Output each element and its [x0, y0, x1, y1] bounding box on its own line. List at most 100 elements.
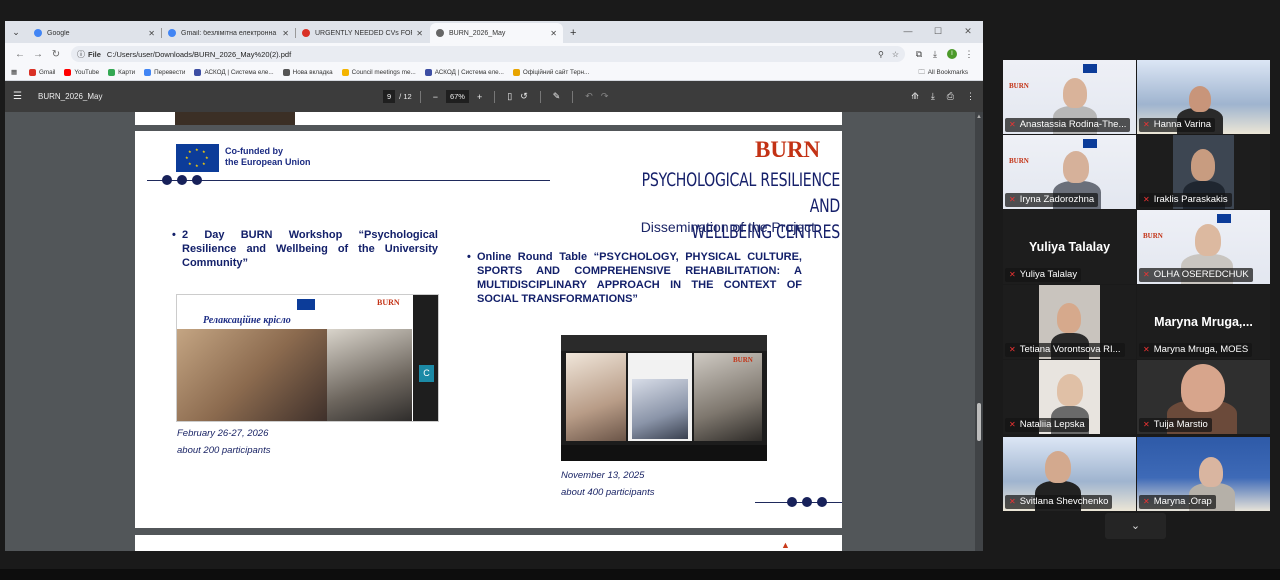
- scrollbar-thumb[interactable]: [977, 403, 981, 441]
- save-pdf-icon[interactable]: ⟰: [911, 91, 919, 102]
- mic-muted-icon: ✕: [1009, 270, 1016, 279]
- participant-tile[interactable]: BURN ✕ OLHA OSEREDCHUK: [1137, 210, 1270, 284]
- reload-icon[interactable]: ↻: [47, 49, 65, 60]
- eu-flag-icon: [1217, 214, 1231, 223]
- participant-tile[interactable]: ✕ Maryna .Orap: [1137, 437, 1270, 511]
- zoom-level-input[interactable]: 67%: [445, 90, 469, 103]
- maximize-icon[interactable]: ☐: [923, 21, 953, 41]
- participant-tile[interactable]: Yuliya Talalay ✕ Yuliya Talalay: [1003, 210, 1136, 284]
- mic-muted-icon: ✕: [1009, 497, 1016, 506]
- bookmark-university[interactable]: Офіційний сайт Терн...: [512, 69, 590, 76]
- info-icon[interactable]: ⓘ: [77, 49, 85, 60]
- bookmark-label: Карти: [118, 69, 136, 76]
- download-icon[interactable]: ⤓: [927, 49, 943, 60]
- hamburger-menu-icon[interactable]: ☰: [13, 91, 31, 102]
- bookmark-translate[interactable]: Перевести: [144, 69, 185, 76]
- bookmark-star-icon[interactable]: ☆: [892, 50, 899, 59]
- gmail-icon: [302, 29, 310, 37]
- google-icon: [168, 29, 176, 37]
- participant-tile[interactable]: ✕ Nataliia Lepska: [1003, 360, 1136, 434]
- tab-gmail[interactable]: Gmail: безлімітна електронна пош... ✕: [162, 23, 296, 43]
- tab-google[interactable]: Google ✕: [28, 23, 162, 43]
- browser-window: ⌄ Google ✕ Gmail: безлімітна електронна …: [5, 21, 983, 551]
- participant-name: ✕ OLHA OSEREDCHUK: [1139, 268, 1253, 282]
- all-bookmarks[interactable]: 🗀 All Bookmarks: [918, 67, 968, 78]
- apps-icon[interactable]: ▦: [11, 69, 17, 76]
- bookmark-council[interactable]: Council meetings me...: [341, 69, 416, 76]
- participant-tile[interactable]: ✕ Iraklis Paraskakis: [1137, 135, 1270, 209]
- bookmark-askod-2[interactable]: АСКОД | Система еле...: [424, 69, 504, 76]
- participant-name: ✕ Iraklis Paraskakis: [1139, 193, 1232, 207]
- participant-tile-active-speaker[interactable]: BURN ✕ Iryna Zadorozhna: [1003, 135, 1136, 209]
- pdf-scrollbar[interactable]: ▲: [975, 112, 983, 551]
- bookmark-new-tab[interactable]: Нова вкладка: [282, 69, 333, 76]
- back-icon[interactable]: ←: [11, 49, 29, 60]
- participant-name: ✕ Maryna Mruga, MOES: [1139, 343, 1253, 357]
- scheme-label: File: [88, 49, 101, 59]
- zoom-icon[interactable]: ⚲: [878, 50, 884, 59]
- bookmark-youtube[interactable]: YouTube: [64, 69, 99, 76]
- more-options-icon[interactable]: ⋮: [966, 91, 975, 102]
- translate-icon: [144, 69, 152, 76]
- slide-subtitle: Dissemination of the Project: [640, 219, 815, 235]
- decor-dot: [802, 497, 812, 507]
- forward-icon[interactable]: →: [29, 49, 47, 60]
- print-icon[interactable]: ⎙: [947, 91, 954, 102]
- participant-tile[interactable]: Maryna Mruga,... ✕ Maryna Mruga, MOES: [1137, 285, 1270, 359]
- chevron-down-icon[interactable]: ⌄: [1105, 513, 1166, 539]
- folder-icon: 🗀: [918, 69, 925, 76]
- eu-flag-icon: [297, 299, 315, 310]
- extensions-icon[interactable]: ⧉: [911, 49, 927, 60]
- gmail-icon: [28, 69, 36, 76]
- participant-tile[interactable]: ✕ Tuija Marstio: [1137, 360, 1270, 434]
- bookmark-gmail[interactable]: Gmail: [28, 69, 55, 76]
- maps-icon: [108, 69, 116, 76]
- globe-icon: [282, 69, 290, 76]
- workshop-caption: February 26-27, 2026 about 200 participa…: [177, 425, 270, 459]
- undo-icon[interactable]: ↶: [585, 91, 593, 102]
- page-number-input[interactable]: 9: [383, 90, 396, 103]
- zoom-in-icon[interactable]: +: [477, 92, 482, 102]
- minimize-icon[interactable]: —: [893, 21, 923, 41]
- url-text[interactable]: C:/Users/user/Downloads/BURN_2026_May%20…: [107, 50, 870, 59]
- bookmark-maps[interactable]: Карти: [108, 69, 135, 76]
- tab-burn-pdf[interactable]: BURN_2026_May ✕: [430, 23, 563, 43]
- pdf-viewport[interactable]: ★ ★ ★ ★ ★ ★ ★ ★ Co-funded by the European Uni…: [5, 112, 983, 551]
- close-icon[interactable]: ✕: [550, 29, 557, 38]
- bullet-round-table: • Online Round Table “PSYCHOLOGY, PHYSIC…: [467, 250, 802, 306]
- fit-page-icon[interactable]: ▯: [507, 91, 512, 102]
- participant-tile[interactable]: ✕ Svitlana Shevchenko: [1003, 437, 1136, 511]
- rotate-icon[interactable]: ↺: [520, 91, 528, 102]
- close-icon[interactable]: ✕: [148, 29, 155, 38]
- scroll-up-icon[interactable]: ▲: [976, 114, 982, 120]
- bookmark-label: Офіційний сайт Терн...: [522, 69, 590, 76]
- tab-search-button[interactable]: ⌄: [8, 24, 24, 40]
- close-icon[interactable]: ✕: [416, 29, 423, 38]
- decor-dot: [162, 175, 172, 185]
- divider-line: [755, 502, 842, 503]
- close-window-icon[interactable]: ✕: [953, 21, 983, 41]
- tab-gmail-urgent[interactable]: URGENTLY NEEDED CVs FOR CLU... ✕: [296, 23, 429, 43]
- burn-logo-small: BURN: [1009, 82, 1029, 90]
- mic-muted-icon: ✕: [1143, 420, 1150, 429]
- zoom-out-icon[interactable]: −: [433, 92, 438, 102]
- annotate-icon[interactable]: ✎: [553, 91, 561, 102]
- download-icon[interactable]: ⤓: [931, 91, 935, 102]
- workshop-date: February 26-27, 2026: [177, 428, 269, 439]
- decor-dot: [192, 175, 202, 185]
- google-icon: [34, 29, 42, 37]
- kebab-menu-icon[interactable]: ⋮: [961, 49, 977, 60]
- participant-tile[interactable]: BURN ✕ Anastassia Rodina-The...: [1003, 60, 1136, 134]
- address-bar[interactable]: ⓘ File C:/Users/user/Downloads/BURN_2026…: [71, 46, 905, 62]
- mic-muted-icon: ✕: [1143, 195, 1150, 204]
- new-tab-button[interactable]: +: [570, 27, 576, 39]
- close-icon[interactable]: ✕: [282, 29, 289, 38]
- redo-icon[interactable]: ↷: [601, 91, 609, 102]
- participant-tile[interactable]: ✕ Hanna Varina: [1137, 60, 1270, 134]
- eu-flag-icon: [1083, 139, 1097, 148]
- participant-tile[interactable]: ✕ Tetiana Vorontsova RI...: [1003, 285, 1136, 359]
- mic-muted-icon: ✕: [1143, 120, 1150, 129]
- profile-avatar[interactable]: I: [947, 49, 957, 59]
- bookmark-askod-1[interactable]: АСКОД | Система еле...: [194, 69, 274, 76]
- eu-flag-icon: ★ ★ ★ ★ ★ ★ ★ ★: [176, 144, 219, 172]
